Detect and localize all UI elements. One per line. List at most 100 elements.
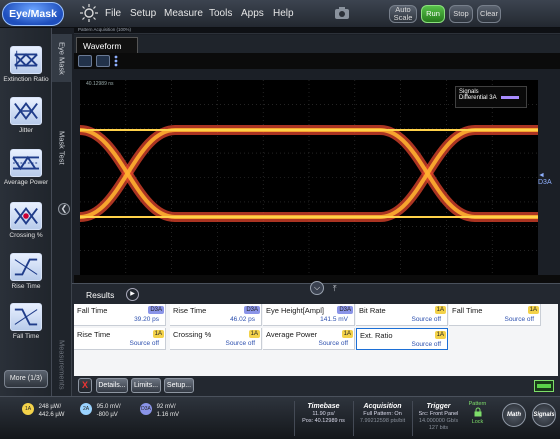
eye-diagram-display[interactable] [80, 80, 538, 275]
math-button[interactable]: Math [502, 403, 526, 427]
time-readout: 40.12989 ns [86, 81, 114, 87]
channel-d3a[interactable]: D3A 92 mV/1.16 mV [140, 403, 179, 419]
legend-swatch [500, 95, 519, 99]
menu-tools[interactable]: Tools [209, 8, 232, 19]
menu-setup[interactable]: Setup [130, 8, 156, 19]
channel-badge: 1A [22, 403, 34, 415]
result-name: Rise Time [173, 306, 207, 315]
timebase-title: Timebase [307, 403, 340, 410]
channel-offset: 1.16 mV [156, 412, 180, 418]
jitter-label: Jitter [18, 127, 34, 134]
tab-results[interactable]: Results ▶ [74, 286, 142, 302]
menu-file[interactable]: File [105, 8, 121, 19]
channel-offset: -800 µV [96, 412, 118, 418]
more-button[interactable]: More (1/3) [4, 370, 48, 388]
channel-badge: D3A [140, 403, 152, 415]
result-name: Rise Time [77, 330, 111, 339]
result-name: Bit Rate [359, 306, 386, 315]
trigger-length: 127 bits [428, 425, 449, 431]
limits-button[interactable]: Limits... [131, 378, 161, 393]
brightness-icon[interactable] [80, 4, 98, 22]
dots-icon[interactable] [112, 55, 120, 67]
tab-waveform[interactable]: Waveform [76, 37, 138, 53]
app-mode-button[interactable]: Eye/Mask [2, 2, 64, 26]
tab-measurements-label: Measurements [57, 340, 67, 390]
rise-time-button[interactable]: Rise Time [3, 253, 49, 291]
extinction-ratio-button[interactable]: Extinction Ratio [3, 46, 49, 84]
trigger-readout[interactable]: Trigger Src: Front Panel 14.000000 Gb/s … [412, 401, 464, 436]
source-badge: 1A [152, 330, 164, 338]
fall-time-icon [10, 303, 42, 331]
acquisition-readout[interactable]: Acquisition Full Pattern: On 7.99212598 … [353, 401, 411, 436]
tab-measurements[interactable]: Measurements [52, 334, 72, 396]
pattern-lock-indicator[interactable]: Pattern Lock [465, 401, 490, 435]
extinction-ratio-label: Extinction Ratio [3, 76, 49, 83]
result-cell[interactable]: Fall Time D3A 39.20 ps [74, 304, 166, 326]
result-cell[interactable]: Fall Time 1A Source off [449, 304, 541, 326]
signals-legend: Signals Differential 3A [455, 86, 527, 108]
average-power-label: Average Power [3, 179, 49, 186]
delete-measurement-button[interactable]: X [78, 378, 92, 393]
waveform-toolbar [74, 53, 560, 69]
collapse-panel-button[interactable]: ❮ [58, 203, 70, 215]
menu-apps[interactable]: Apps [241, 8, 264, 19]
timebase-scale: 11.90 ps/ [312, 411, 335, 417]
tab-mask-test[interactable]: Mask Test [52, 124, 72, 172]
pin-icon[interactable]: ⤒ [333, 284, 337, 294]
result-cell-selected[interactable]: Ext. Ratio 1A Source off [356, 328, 448, 350]
status-bar: 1A 248 µW/442.6 µW 2A 95.0 mV/ -800 µV D3… [0, 396, 560, 439]
lock-icon [474, 407, 481, 417]
result-value: 39.20 ps [134, 316, 159, 323]
results-panel: Results ▶ Fall Time D3A 39.20 ps Rise Ti… [72, 283, 560, 396]
menu-help[interactable]: Help [273, 8, 294, 19]
result-cell[interactable]: Rise Time 1A Source off [74, 328, 166, 350]
single-view-icon[interactable] [78, 55, 92, 67]
vertical-tabs: Eye Mask Mask Test Measurements [52, 34, 72, 396]
play-icon[interactable]: ▶ [126, 288, 139, 301]
acquisition-rate: 7.99212598 pts/bit [359, 418, 406, 424]
run-button[interactable]: Run [421, 5, 445, 23]
timebase-readout[interactable]: Timebase 11.90 ps/ Pos: 40.12989 ns [294, 401, 352, 436]
result-cell[interactable]: Crossing % 1A Source off [170, 328, 262, 350]
result-cell[interactable]: Bit Rate 1A Source off [356, 304, 448, 326]
source-badge: 1A [341, 330, 353, 338]
results-tab-label: Results [86, 290, 115, 300]
extinction-ratio-icon [10, 46, 42, 74]
pattern-acquisition-text: Pattern Acquisition (100%) [78, 27, 132, 32]
menu-bar: Eye/Mask File Setup Measure Tools Apps H… [0, 0, 560, 28]
tab-eye-mask[interactable]: Eye Mask [52, 34, 72, 82]
timebase-position: Pos: 40.12989 ns [302, 418, 345, 424]
result-name: Ext. Ratio [360, 331, 393, 340]
source-badge: 1A [248, 330, 260, 338]
stop-button[interactable]: Stop [449, 5, 473, 23]
channel-2a[interactable]: 2A 95.0 mV/ -800 µV [80, 403, 121, 419]
signals-button[interactable]: Signals [532, 403, 556, 427]
channel-1a[interactable]: 1A 248 µW/442.6 µW [22, 403, 64, 419]
d3a-reference-marker[interactable]: ◄ D3A [538, 172, 560, 186]
pattern-acquisition-bar: Pattern Acquisition (100%) [74, 27, 560, 34]
trigger-title: Trigger [426, 403, 451, 410]
crossing-percent-label: Crossing % [9, 232, 43, 239]
fall-time-button[interactable]: Fall Time [3, 303, 49, 341]
details-button[interactable]: Details... [96, 378, 128, 393]
tab-eye-mask-label: Eye Mask [57, 41, 67, 75]
average-power-button[interactable]: Average Power [3, 149, 49, 187]
setup-button[interactable]: Setup... [164, 378, 194, 393]
trigger-rate: 14.000000 Gb/s [418, 418, 459, 424]
crossing-percent-button[interactable]: Crossing % [3, 202, 49, 240]
crossing-percent-icon [10, 202, 42, 230]
clear-button[interactable]: Clear [477, 5, 501, 23]
result-name: Crossing % [173, 330, 212, 339]
result-cell[interactable]: Rise Time D3A 46.02 ps [170, 304, 262, 326]
camera-icon[interactable] [334, 5, 350, 21]
stacked-view-icon[interactable] [96, 55, 110, 67]
result-value: Source off [411, 341, 441, 348]
menu-measure[interactable]: Measure [164, 8, 203, 19]
chevron-down-icon[interactable]: ⌵ [310, 281, 324, 295]
result-cell[interactable]: Average Power 1A Source off [263, 328, 355, 350]
result-cell[interactable]: Eye Height[Ampl] D3A 141.5 mV [263, 304, 355, 326]
result-value: Source off [411, 316, 441, 323]
jitter-button[interactable]: Jitter [3, 97, 49, 135]
autoscale-button[interactable]: Auto Scale [389, 5, 417, 23]
results-button-bar: X Details... Limits... Setup... [74, 378, 558, 396]
